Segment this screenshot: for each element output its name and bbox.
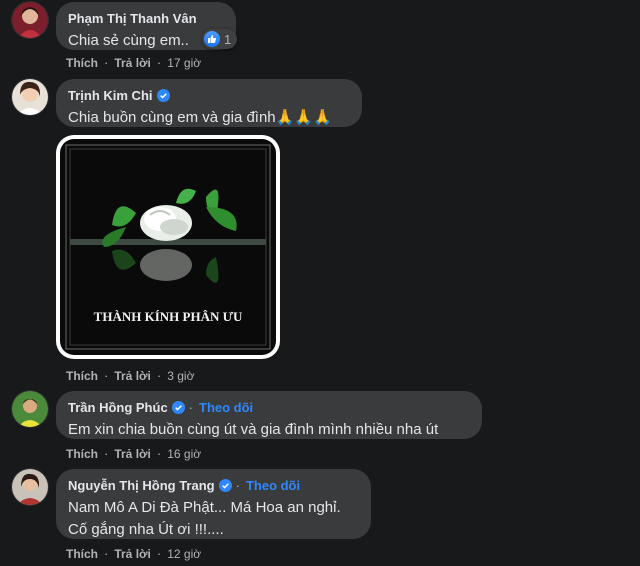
- comment-image[interactable]: THÀNH KÍNH PHÂN ƯU: [56, 135, 280, 359]
- separator: ·: [104, 546, 109, 561]
- separator: ·: [235, 477, 240, 493]
- separator: ·: [104, 55, 109, 70]
- timestamp[interactable]: 12 giờ: [167, 547, 201, 561]
- follow-button[interactable]: Theo dõi: [199, 400, 253, 415]
- verified-badge-icon: [171, 400, 185, 414]
- verified-badge-icon: [218, 478, 232, 492]
- comment-bubble: Trịnh Kim Chi Chia buồn cùng em và gia đ…: [56, 79, 362, 127]
- comment-actions: Thích · Trả lời · 17 giờ: [66, 55, 201, 70]
- verified-badge-icon: [156, 88, 170, 102]
- author-name[interactable]: Phạm Thị Thanh Vân: [68, 11, 197, 26]
- separator: ·: [156, 546, 162, 561]
- like-button[interactable]: Thích: [66, 369, 98, 383]
- timestamp[interactable]: 16 giờ: [167, 447, 201, 461]
- avatar[interactable]: [12, 79, 48, 115]
- separator: ·: [104, 368, 109, 383]
- timestamp[interactable]: 3 giờ: [167, 369, 194, 383]
- comment-text-line-1: Nam Mô A Di Đà Phật... Má Hoa an nghỉ.: [68, 499, 341, 516]
- comment-text: Em xin chia buồn cùng út và gia đình mìn…: [68, 421, 439, 438]
- comment-actions: Thích · Trả lời · 12 giờ: [66, 546, 201, 561]
- follow-button[interactable]: Theo dõi: [246, 478, 300, 493]
- reply-button[interactable]: Trả lời: [114, 547, 151, 561]
- comment-text-line-2: Cố gắng nha Út ơi !!!....: [68, 521, 224, 538]
- comment-actions: Thích · Trả lời · 3 giờ: [66, 368, 194, 383]
- reply-button[interactable]: Trả lời: [114, 56, 151, 70]
- separator: ·: [104, 446, 109, 461]
- comment-text: Chia buồn cùng em và gia đình🙏🙏🙏: [68, 109, 332, 126]
- separator: ·: [188, 399, 194, 415]
- reaction-count: 1: [224, 31, 232, 47]
- like-button[interactable]: Thích: [66, 447, 98, 461]
- separator: ·: [156, 55, 162, 70]
- like-reaction-icon: [204, 31, 220, 47]
- separator: ·: [156, 446, 162, 461]
- comment-actions: Thích · Trả lời · 16 giờ: [66, 446, 201, 461]
- reply-button[interactable]: Trả lời: [114, 369, 151, 383]
- avatar[interactable]: [12, 469, 48, 505]
- comment-text: Chia sẻ cùng em..: [68, 32, 189, 49]
- timestamp[interactable]: 17 giờ: [167, 56, 201, 70]
- author-name[interactable]: Trần Hồng Phúc: [68, 400, 168, 415]
- like-button[interactable]: Thích: [66, 547, 98, 561]
- avatar[interactable]: [12, 391, 48, 427]
- reply-button[interactable]: Trả lời: [114, 447, 151, 461]
- condolence-image: THÀNH KÍNH PHÂN ƯU: [56, 135, 280, 359]
- separator: ·: [156, 368, 162, 383]
- comment-bubble: Nguyễn Thị Hồng Trang · Theo dõi Nam Mô …: [56, 469, 371, 539]
- reaction-badge[interactable]: 1: [202, 29, 238, 49]
- avatar[interactable]: [12, 2, 48, 38]
- like-button[interactable]: Thích: [66, 56, 98, 70]
- comment-bubble: Trần Hồng Phúc · Theo dõi Em xin chia bu…: [56, 391, 482, 439]
- author-name[interactable]: Nguyễn Thị Hồng Trang: [68, 478, 215, 493]
- author-name[interactable]: Trịnh Kim Chi: [68, 88, 153, 103]
- image-caption: THÀNH KÍNH PHÂN ƯU: [94, 309, 243, 324]
